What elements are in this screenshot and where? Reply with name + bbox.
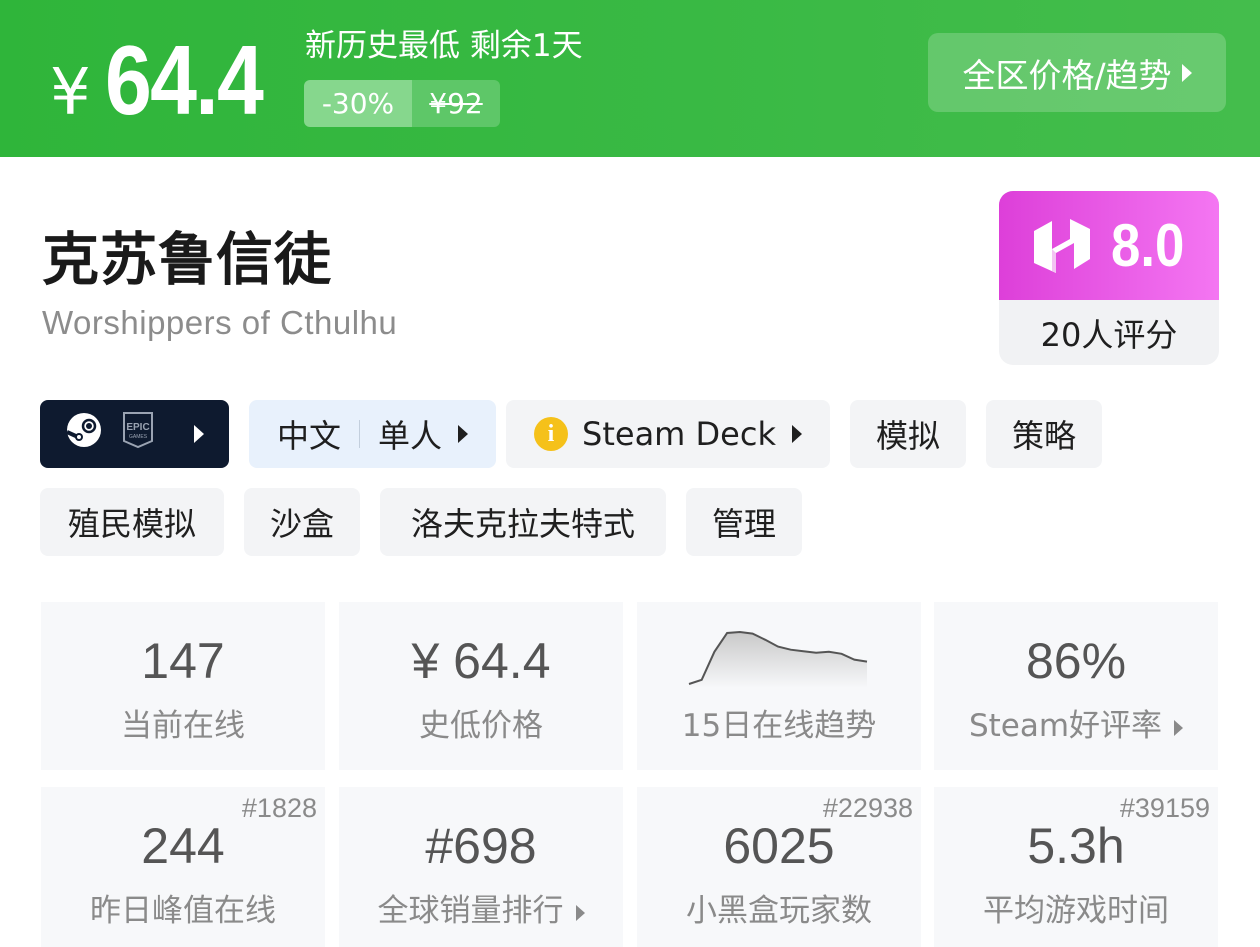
- genre-tag[interactable]: 沙盒: [244, 488, 360, 556]
- stat-lowest-price[interactable]: ¥ 64.4 史低价格: [339, 602, 623, 770]
- score-count: 20人评分: [1040, 315, 1178, 354]
- chevron-right-icon: [193, 425, 204, 443]
- stat-value: 6025: [723, 818, 835, 874]
- region-price-label: 全区价格/趋势: [962, 55, 1172, 95]
- game-subtitle: Worshippers of Cthulhu: [42, 304, 398, 341]
- chevron-right-icon: [1174, 719, 1184, 736]
- stat-label: 15日在线趋势: [681, 708, 877, 744]
- stat-online-trend[interactable]: 15日在线趋势: [637, 602, 921, 770]
- region-price-button[interactable]: 全区价格/趋势: [928, 33, 1226, 112]
- score-header: 8.0: [999, 191, 1219, 300]
- price-value: 64.4: [104, 25, 264, 135]
- stat-sales-rank[interactable]: #698 全球销量排行: [339, 787, 623, 947]
- epic-games-icon: EPIC GAMES: [122, 411, 154, 457]
- stat-value: 147: [141, 633, 225, 689]
- mode-label: 单人: [378, 417, 443, 455]
- chevron-right-icon: [458, 425, 469, 443]
- genre-tag[interactable]: 洛夫克拉夫特式: [380, 488, 666, 556]
- steam-deck-tag[interactable]: i Steam Deck: [506, 400, 830, 468]
- genre-tag[interactable]: 策略: [986, 400, 1102, 468]
- stat-label-wrap: Steam好评率: [934, 700, 1218, 745]
- stat-peak-online[interactable]: #1828 244 昨日峰值在线: [41, 787, 325, 947]
- chevron-right-icon: [1181, 63, 1192, 82]
- stat-label: 平均游戏时间: [983, 893, 1169, 929]
- genre-label: 模拟: [875, 417, 940, 455]
- original-price: ¥92: [412, 80, 500, 127]
- genre-label: 洛夫克拉夫特式: [410, 505, 635, 543]
- info-icon: i: [534, 417, 569, 451]
- discount-percent: -30%: [304, 80, 412, 127]
- stat-label: 当前在线: [121, 708, 245, 744]
- genre-tag[interactable]: 殖民模拟: [40, 488, 224, 556]
- stat-value: 86%: [1025, 633, 1127, 689]
- platform-tag[interactable]: EPIC GAMES: [40, 400, 229, 468]
- game-title: 克苏鲁信徒: [42, 227, 332, 293]
- stat-label: 史低价格: [419, 708, 543, 744]
- currency-symbol: ¥: [50, 56, 91, 130]
- heybox-logo-icon: [1034, 218, 1091, 273]
- score-value: 8.0: [1111, 212, 1185, 279]
- divider: [359, 420, 360, 448]
- stat-value: 244: [141, 818, 225, 874]
- stat-label-wrap: 全球销量排行: [339, 885, 623, 930]
- current-price: ¥ 64.4: [50, 24, 287, 137]
- stat-value: ¥ 64.4: [411, 633, 551, 689]
- svg-text:GAMES: GAMES: [128, 434, 147, 440]
- price-banner: ¥ 64.4 新历史最低 剩余1天 -30% ¥92 全区价格/趋势: [0, 0, 1260, 157]
- stat-players[interactable]: #22938 6025 小黑盒玩家数: [637, 787, 921, 947]
- stat-avg-playtime[interactable]: #39159 5.3h 平均游戏时间: [934, 787, 1218, 947]
- svg-text:EPIC: EPIC: [126, 422, 149, 433]
- genre-tag[interactable]: 管理: [686, 488, 802, 556]
- genre-tag[interactable]: 模拟: [850, 400, 966, 468]
- language-label: 中文: [276, 417, 341, 455]
- discount-box: -30% ¥92: [304, 80, 500, 127]
- stat-label: 昨日峰值在线: [90, 893, 276, 929]
- genre-label: 殖民模拟: [67, 505, 196, 543]
- trend-area: [689, 632, 867, 688]
- stat-label: Steam好评率: [968, 708, 1163, 744]
- steam-deck-label: Steam Deck: [582, 415, 776, 453]
- genre-label: 沙盒: [269, 505, 334, 543]
- stat-value: 5.3h: [1027, 818, 1125, 874]
- language-tag[interactable]: 中文 单人: [249, 400, 496, 468]
- score-card[interactable]: 8.0 20人评分: [999, 191, 1219, 365]
- stat-steam-rating[interactable]: 86% Steam好评率: [934, 602, 1218, 770]
- genre-label: 管理: [711, 505, 776, 543]
- genre-label: 策略: [1011, 417, 1076, 455]
- chevron-right-icon: [575, 904, 585, 921]
- stat-label: 全球销量排行: [377, 893, 564, 929]
- deal-title: 新历史最低 剩余1天: [305, 28, 583, 64]
- stat-value: #698: [425, 818, 537, 874]
- steam-icon: [65, 412, 102, 456]
- stat-current-online[interactable]: 147 当前在线: [41, 602, 325, 770]
- stat-label: 小黑盒玩家数: [686, 893, 872, 929]
- chevron-right-icon: [791, 425, 802, 443]
